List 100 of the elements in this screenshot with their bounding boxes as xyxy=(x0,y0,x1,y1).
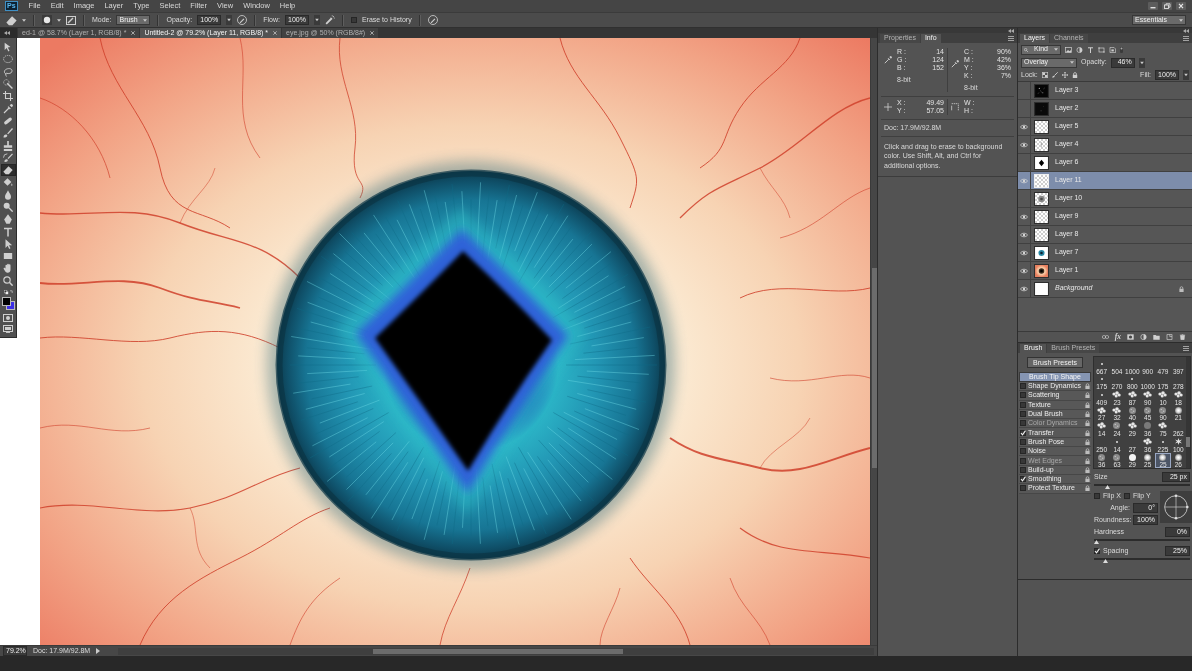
lock-icon xyxy=(1085,420,1090,427)
slider-thumb[interactable] xyxy=(1103,559,1109,563)
checkbox[interactable] xyxy=(1020,438,1026,445)
tool-button[interactable] xyxy=(0,127,16,140)
size-slider[interactable] xyxy=(1094,484,1190,489)
checkbox[interactable] xyxy=(1020,383,1026,390)
type-icon[interactable] xyxy=(1087,46,1094,53)
tool-button[interactable] xyxy=(0,274,16,287)
flip-y-checkbox[interactable] xyxy=(1123,493,1130,499)
lock-icon xyxy=(1085,476,1090,483)
flip-x-checkbox[interactable] xyxy=(1094,493,1100,499)
close-icon[interactable] xyxy=(370,31,375,35)
checkbox[interactable] xyxy=(1020,448,1026,455)
collapse-icon[interactable] xyxy=(4,31,10,35)
pen-pressure-icon[interactable] xyxy=(237,15,248,25)
panel-menu-icon[interactable] xyxy=(1183,35,1189,41)
visibility-toggle[interactable] xyxy=(1018,244,1031,261)
visibility-toggle[interactable] xyxy=(1018,280,1031,297)
arrow-icon xyxy=(3,238,13,249)
visibility-toggle[interactable] xyxy=(1018,262,1031,279)
eye-icon xyxy=(1020,141,1028,148)
checkbox[interactable] xyxy=(1020,392,1026,399)
slider-thumb[interactable] xyxy=(1094,540,1099,544)
visibility-toggle[interactable] xyxy=(1018,208,1031,225)
panel-menu-icon[interactable] xyxy=(1183,345,1189,351)
checkbox[interactable] xyxy=(1020,466,1026,473)
close-icon[interactable] xyxy=(1176,2,1186,10)
tool-button[interactable] xyxy=(0,90,16,103)
spatter-tip-icon xyxy=(1143,438,1153,446)
brush-preview-icon[interactable] xyxy=(42,15,52,25)
spatter-tip-icon xyxy=(1112,406,1122,414)
spacing-checkbox[interactable] xyxy=(1094,548,1100,554)
shape-icon[interactable] xyxy=(1098,46,1105,53)
checkerboard-icon[interactable] xyxy=(1041,72,1048,78)
stamp-icon xyxy=(3,140,13,151)
close-icon[interactable] xyxy=(131,31,136,35)
panel-menu-icon[interactable] xyxy=(1008,35,1014,41)
move-icon xyxy=(3,42,13,53)
new-page-icon[interactable] xyxy=(1166,334,1173,340)
grainy-tip-icon xyxy=(1159,406,1167,414)
grainy-tip-icon xyxy=(1113,422,1121,430)
restore-icon[interactable] xyxy=(1162,2,1172,10)
scrollbar[interactable] xyxy=(118,647,874,655)
pen-pressure-icon[interactable] xyxy=(427,15,438,25)
document-icon[interactable] xyxy=(1109,46,1116,53)
scrollbar-thumb[interactable] xyxy=(373,648,624,654)
lock-icon xyxy=(1085,466,1090,473)
move-arrows-icon[interactable] xyxy=(1061,72,1068,78)
popup-caret-icon[interactable] xyxy=(1138,57,1145,68)
close-icon[interactable] xyxy=(273,31,278,35)
monitor-icon[interactable] xyxy=(3,324,13,333)
checkbox[interactable] xyxy=(1020,411,1026,418)
mask-icon[interactable] xyxy=(1127,334,1134,340)
minimize-icon[interactable] xyxy=(1148,2,1158,10)
dot-tip-icon xyxy=(1100,362,1103,365)
dot-tip-icon xyxy=(1100,378,1103,381)
hardness-slider[interactable] xyxy=(1094,539,1190,544)
bandage-icon xyxy=(3,115,13,126)
erase-to-history-checkbox[interactable] xyxy=(350,17,357,23)
bucket-icon xyxy=(3,177,13,188)
image-icon[interactable] xyxy=(1065,46,1072,53)
folder-icon[interactable] xyxy=(1153,334,1160,340)
lock-icon[interactable] xyxy=(1071,72,1078,78)
popup-caret-icon[interactable] xyxy=(226,15,233,25)
brush-panel-icon[interactable] xyxy=(66,15,76,25)
scrollbar-thumb[interactable] xyxy=(1186,437,1190,447)
background-color-swatch[interactable] xyxy=(5,300,15,310)
search-icon xyxy=(1024,47,1028,52)
dodge-icon xyxy=(3,202,13,212)
brush-icon[interactable] xyxy=(1051,72,1058,78)
eyedropper-icon xyxy=(951,60,959,69)
checkbox[interactable] xyxy=(1020,401,1026,408)
checkbox[interactable] xyxy=(1020,429,1026,436)
eraser-icon[interactable] xyxy=(6,14,17,26)
half-circle-icon[interactable] xyxy=(1076,46,1083,53)
caret-icon[interactable] xyxy=(96,648,101,654)
scrollbar-thumb[interactable] xyxy=(872,268,877,468)
trash-icon[interactable] xyxy=(1179,334,1186,340)
lock-icon xyxy=(1085,457,1090,464)
default-colors-icon[interactable] xyxy=(3,289,13,295)
link-icon[interactable] xyxy=(1101,334,1109,340)
popup-caret-icon[interactable] xyxy=(313,15,320,25)
visibility-toggle[interactable] xyxy=(1018,136,1031,153)
eye-icon xyxy=(1020,267,1028,274)
visibility-toggle[interactable] xyxy=(1018,172,1031,189)
popup-caret-icon[interactable] xyxy=(1183,70,1189,80)
eye-icon xyxy=(1020,285,1028,292)
quick-mask-icon[interactable] xyxy=(3,313,13,322)
lock-icon xyxy=(1085,485,1090,492)
lock-icon xyxy=(1085,411,1090,418)
checkbox[interactable] xyxy=(1020,476,1026,483)
airbrush-icon[interactable] xyxy=(324,15,335,25)
visibility-toggle[interactable] xyxy=(1018,118,1031,135)
crosshair-icon xyxy=(884,103,892,112)
checkbox[interactable] xyxy=(1020,485,1026,492)
brush-angle-dial[interactable] xyxy=(1160,491,1192,523)
slider-thumb[interactable] xyxy=(1104,485,1110,489)
half-circle-icon[interactable] xyxy=(1140,334,1147,340)
visibility-toggle[interactable] xyxy=(1018,226,1031,243)
foreground-color-swatch[interactable] xyxy=(1,296,11,306)
